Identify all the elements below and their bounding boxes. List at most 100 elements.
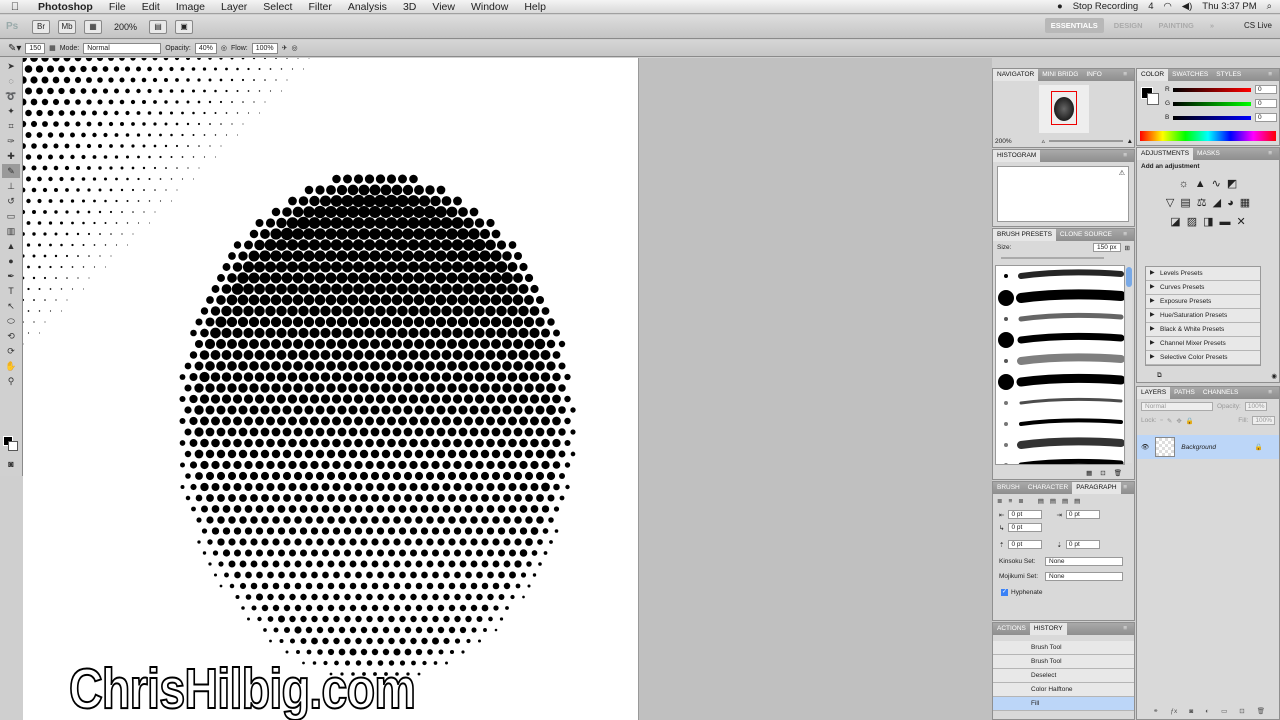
workspace-painting[interactable]: PAINTING	[1153, 18, 1200, 33]
menu-select[interactable]: Select	[255, 0, 300, 14]
tab-adjustments[interactable]: ADJUSTMENTS	[1137, 148, 1194, 160]
layer-name[interactable]: Background	[1181, 444, 1216, 451]
move-tool-icon[interactable]: ➤	[2, 59, 20, 73]
new-preset-icon[interactable]: ⊞	[1125, 244, 1130, 252]
3d-orbit-tool-icon[interactable]: ⟳	[2, 344, 20, 358]
path-select-tool-icon[interactable]: ↖	[2, 299, 20, 313]
tab-masks[interactable]: MASKS	[1193, 148, 1224, 160]
navigator-zoom-slider[interactable]	[1048, 140, 1123, 142]
tab-paths[interactable]: PATHS	[1170, 387, 1199, 399]
brush-tool-preset-icon[interactable]: ✎▾	[8, 43, 21, 54]
brush-size-picker[interactable]: 150	[25, 42, 46, 54]
cs-live-button[interactable]: CS Live	[1244, 21, 1272, 30]
bridge-icon[interactable]: Br	[32, 19, 50, 34]
b-slider[interactable]	[1173, 115, 1251, 120]
menu-app[interactable]: Photoshop	[30, 0, 101, 14]
exposure-icon[interactable]: ◩	[1227, 177, 1237, 190]
hand-tool-icon[interactable]: ✋	[2, 359, 20, 373]
brush-preset-list[interactable]	[995, 265, 1125, 465]
history-item[interactable]: Brush Tool	[993, 641, 1134, 655]
panel-menu-icon[interactable]: ≡	[1119, 150, 1131, 162]
space-before-field[interactable]: 0 pt	[1008, 540, 1043, 549]
color-bg-swatch[interactable]	[1147, 93, 1159, 105]
threshold-icon[interactable]: ◨	[1203, 215, 1213, 228]
menu-image[interactable]: Image	[168, 0, 213, 14]
3d-rotate-tool-icon[interactable]: ⟲	[2, 329, 20, 343]
curves-icon[interactable]: ∿	[1212, 177, 1221, 190]
tab-history[interactable]: HISTORY	[1029, 623, 1067, 635]
shape-tool-icon[interactable]: ⬭	[2, 314, 20, 328]
brush-size-field[interactable]: 150 px	[1093, 243, 1121, 252]
marquee-tool-icon[interactable]: ◌	[2, 74, 20, 88]
tab-channels[interactable]: CHANNELS	[1199, 387, 1242, 399]
panel-menu-icon[interactable]: ≡	[1264, 69, 1276, 81]
menu-layer[interactable]: Layer	[213, 0, 255, 14]
menu-edit[interactable]: Edit	[134, 0, 168, 14]
link-layers-icon[interactable]: ⚭	[1153, 707, 1158, 715]
menu-view[interactable]: View	[424, 0, 463, 14]
tab-brush-presets[interactable]: BRUSH PRESETS	[993, 229, 1056, 241]
expand-icon[interactable]: ▶	[1150, 295, 1155, 308]
scroll-thumb[interactable]	[1126, 267, 1132, 287]
panel-menu-icon[interactable]: ≡	[1119, 69, 1131, 81]
expand-icon[interactable]: ▶	[1150, 281, 1155, 294]
clip-layer-icon[interactable]: ⧉	[1157, 372, 1162, 380]
lock-all-icon[interactable]: 🔒	[1186, 417, 1194, 425]
menu-window[interactable]: Window	[463, 0, 516, 14]
panel-menu-icon[interactable]: ≡	[1119, 482, 1131, 494]
tab-swatches[interactable]: SWATCHES	[1168, 69, 1212, 81]
preset-black-white[interactable]: ▶ Black & White Presets	[1146, 323, 1260, 337]
quick-select-tool-icon[interactable]: ✦	[2, 104, 20, 118]
zoom-in-icon[interactable]: ▲	[1127, 138, 1133, 145]
vibrance-icon[interactable]: ▽	[1166, 196, 1174, 209]
flow-field[interactable]: 100%	[251, 42, 278, 54]
tab-clone-source[interactable]: CLONE SOURCE	[1056, 229, 1116, 241]
hyphenate-checkbox[interactable]: ✓	[1001, 589, 1008, 596]
posterize-icon[interactable]: ▨	[1187, 215, 1197, 228]
levels-icon[interactable]: ▲	[1195, 178, 1206, 190]
tab-color[interactable]: COLOR	[1137, 69, 1169, 81]
history-item[interactable]: Deselect	[993, 669, 1134, 683]
screen-mode-icon[interactable]: ▣	[175, 19, 194, 34]
crop-tool-icon[interactable]: ⌗	[2, 119, 20, 133]
menu-analysis[interactable]: Analysis	[340, 0, 395, 14]
stamp-tool-icon[interactable]: ⊥	[2, 179, 20, 193]
panel-menu-icon[interactable]: ≡	[1119, 229, 1131, 241]
preset-channel-mixer[interactable]: ▶ Channel Mixer Presets	[1146, 337, 1260, 351]
new-group-icon[interactable]: ▭	[1221, 707, 1227, 715]
adjustment-options-icon[interactable]: ◉	[1271, 372, 1277, 380]
justify-all-icon[interactable]: ▤	[1074, 497, 1080, 505]
indent-left-field[interactable]: 0 pt	[1008, 510, 1043, 519]
invert-icon[interactable]: ◪	[1170, 215, 1180, 228]
gradient-tool-icon[interactable]: ▥	[2, 224, 20, 238]
expand-icon[interactable]: ▶	[1150, 337, 1155, 350]
g-field[interactable]: 0	[1255, 99, 1277, 108]
quick-mask-icon[interactable]: ◙	[2, 457, 20, 471]
color-ramp[interactable]	[1140, 131, 1276, 141]
tab-info[interactable]: INFO	[1082, 69, 1106, 81]
preset-selective-color[interactable]: ▶ Selective Color Presets	[1146, 351, 1260, 365]
menu-file[interactable]: File	[101, 0, 134, 14]
indent-right-field[interactable]: 0 pt	[1065, 510, 1100, 519]
document-canvas[interactable]: ChrisHilbig.com	[23, 58, 638, 720]
healing-tool-icon[interactable]: ✚	[2, 149, 20, 163]
zoom-tool-icon[interactable]: ⚲	[2, 374, 20, 388]
color-balance-icon[interactable]: ⚖	[1197, 196, 1207, 209]
menu-3d[interactable]: 3D	[395, 0, 424, 14]
workspace-design[interactable]: DESIGN	[1108, 18, 1149, 33]
layer-fill-field[interactable]: 100%	[1252, 416, 1275, 425]
zoom-level[interactable]: 200%	[114, 22, 137, 32]
volume-icon[interactable]: ◀)	[1182, 0, 1192, 14]
align-center-icon[interactable]: ≡	[1008, 498, 1012, 505]
layer-opacity-field[interactable]: 100%	[1244, 402, 1268, 411]
b-field[interactable]: 0	[1255, 113, 1277, 122]
new-brush-icon[interactable]: ⊡	[1100, 469, 1105, 477]
apple-icon[interactable]: 	[0, 1, 30, 13]
expand-icon[interactable]: ▶	[1150, 309, 1155, 322]
tab-mini-bridge[interactable]: MINI BRIDG	[1038, 69, 1082, 81]
space-after-field[interactable]: 0 pt	[1065, 540, 1100, 549]
type-tool-icon[interactable]: T	[2, 284, 20, 298]
brush-size-slider[interactable]	[1001, 257, 1104, 259]
tab-brush[interactable]: BRUSH	[993, 482, 1024, 494]
r-field[interactable]: 0	[1255, 85, 1277, 94]
